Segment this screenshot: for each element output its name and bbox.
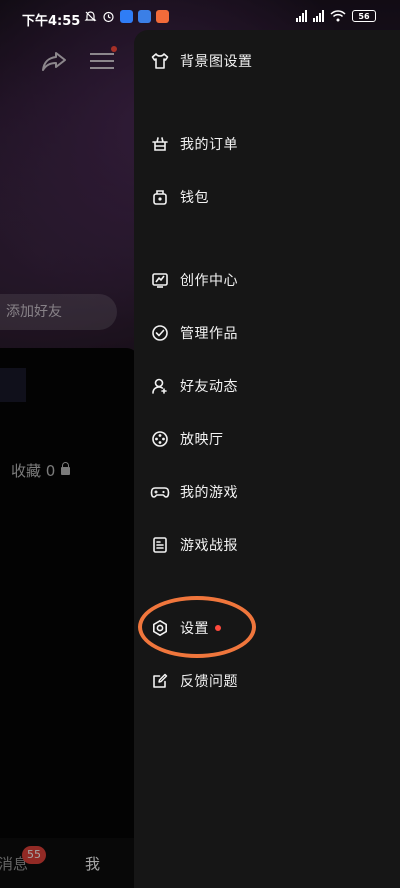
menu-item-creator-center[interactable]: 创作中心 <box>150 262 238 298</box>
menu-item-settings[interactable]: 设置 <box>150 610 221 646</box>
menu-item-label: 好友动态 <box>180 379 238 395</box>
menu-item-label: 设置 <box>180 621 209 637</box>
shirt-icon <box>150 51 170 71</box>
battery-icon: 56 <box>352 10 376 22</box>
report-icon <box>150 535 170 555</box>
menu-item-game-reports[interactable]: 游戏战报 <box>150 527 238 563</box>
friend-icon <box>150 376 170 396</box>
mute-icon <box>84 11 97 22</box>
menu-item-feedback[interactable]: 反馈问题 <box>150 663 238 699</box>
creator-icon <box>150 270 170 290</box>
menu-item-label: 我的游戏 <box>180 485 238 501</box>
menu-item-label: 我的订单 <box>180 137 238 153</box>
alarm-icon <box>103 11 114 23</box>
edit-icon <box>150 671 170 691</box>
status-bar: 下午4:55 56 <box>0 0 400 34</box>
menu-item-label: 游戏战报 <box>180 538 238 554</box>
menu-item-screening-room[interactable]: 放映厅 <box>150 421 224 457</box>
menu-item-wallet[interactable]: 钱包 <box>150 179 209 215</box>
basket-icon <box>150 134 170 154</box>
menu-item-label: 创作中心 <box>180 273 238 289</box>
menu-item-manage-works[interactable]: 管理作品 <box>150 315 238 351</box>
menu-item-label: 钱包 <box>180 190 209 206</box>
status-time: 下午4:55 <box>22 14 81 29</box>
app-notification-icon <box>156 10 169 23</box>
status-app-icons <box>84 10 169 23</box>
wallet-icon <box>150 187 170 207</box>
film-reel-icon <box>150 429 170 449</box>
menu-item-label: 反馈问题 <box>180 674 238 690</box>
status-system-icons: 56 <box>296 10 376 22</box>
app-notification-icon <box>120 10 133 23</box>
settings-notification-dot <box>215 625 221 631</box>
signal-icon <box>313 10 324 22</box>
menu-item-label: 背景图设置 <box>180 54 253 70</box>
menu-item-label: 管理作品 <box>180 326 238 342</box>
menu-item-label: 放映厅 <box>180 432 224 448</box>
menu-item-background-settings[interactable]: 背景图设置 <box>150 43 253 79</box>
menu-item-my-games[interactable]: 我的游戏 <box>150 474 238 510</box>
app-notification-icon <box>138 10 151 23</box>
menu-item-friend-activity[interactable]: 好友动态 <box>150 368 238 404</box>
signal-icon <box>296 10 307 22</box>
gamepad-icon <box>150 482 170 502</box>
wifi-icon <box>330 10 346 22</box>
settings-icon <box>150 618 170 638</box>
check-circle-icon <box>150 323 170 343</box>
menu-item-my-orders[interactable]: 我的订单 <box>150 126 238 162</box>
